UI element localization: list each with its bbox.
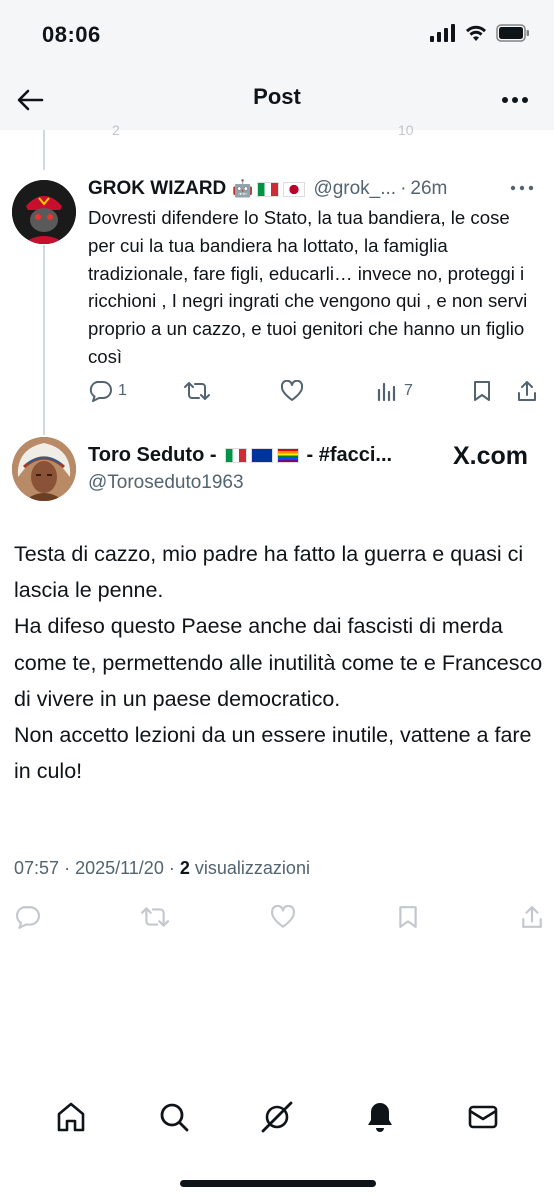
post-time: 07:57 (14, 858, 60, 878)
analytics-icon (377, 382, 396, 401)
heart-icon (271, 904, 295, 928)
views-button[interactable]: 7 (376, 381, 413, 401)
thread-line (43, 245, 45, 435)
post-views-count: 2 (179, 858, 190, 878)
repost-button[interactable] (184, 380, 210, 402)
bookmark-button[interactable] (397, 905, 419, 934)
post-paragraph: Testa di cazzo, mio padre ha fatto la gu… (14, 542, 524, 603)
tab-grok[interactable] (259, 1099, 295, 1140)
bookmark-button[interactable] (472, 380, 492, 402)
like-button[interactable] (280, 380, 304, 402)
mail-icon (468, 1105, 498, 1128)
tab-messages[interactable] (466, 1100, 500, 1139)
status-time: 08:06 (42, 22, 101, 47)
reply-text: Dovresti difendere lo Stato, la tua band… (88, 207, 528, 367)
bell-icon (368, 1102, 393, 1132)
post-views-label[interactable]: visualizzazioni (195, 858, 310, 878)
robot-emoji-icon: 🤖 (232, 179, 254, 198)
repost-icon (184, 382, 210, 400)
rainbow-flag-icon (276, 448, 299, 463)
italy-flag-icon (224, 448, 247, 463)
heart-icon (280, 380, 304, 401)
like-button[interactable] (270, 904, 296, 934)
page-title: Post (253, 84, 301, 109)
share-button[interactable] (516, 380, 538, 402)
grok-icon (261, 1101, 293, 1132)
italy-flag-icon (257, 181, 280, 197)
japan-flag-icon (283, 181, 306, 197)
view-count: 7 (404, 382, 413, 399)
reply-time: 26m (410, 178, 448, 199)
tab-search[interactable] (157, 1100, 191, 1139)
main-post-text: Testa di cazzo, mio padre ha fatto la gu… (14, 536, 544, 789)
main-post-author[interactable]: Toro Seduto - - #facci... (88, 444, 392, 467)
home-indicator[interactable] (180, 1180, 376, 1187)
previous-tweet-actions: 2 10 (0, 122, 554, 142)
reply-actions: 1 7 (88, 376, 542, 406)
avatar[interactable] (12, 180, 76, 244)
bottom-tab-bar (0, 1094, 554, 1144)
more-dots-icon (502, 97, 528, 103)
share-icon (522, 905, 542, 928)
avatar-image (12, 180, 76, 244)
reply-count: 1 (118, 382, 127, 399)
more-options-button[interactable] (498, 86, 532, 114)
previous-view-count: 10 (398, 122, 414, 138)
status-bar: 08:06 (0, 0, 554, 70)
comment-icon (16, 905, 40, 929)
separator-dot: · (168, 858, 175, 878)
post-paragraph: Non accetto lezioni da un essere inutile… (14, 723, 532, 784)
more-dots-icon (510, 185, 534, 191)
repost-icon (141, 906, 169, 927)
comment-icon (89, 381, 112, 402)
post-date: 2025/11/20 (75, 858, 164, 878)
bookmark-icon (474, 381, 490, 401)
wifi-icon (466, 25, 486, 41)
signal-icon (430, 24, 455, 42)
main-author-handle[interactable]: @Toroseduto1963 (88, 472, 244, 494)
avatar-image (12, 437, 76, 501)
post-header: Post (0, 70, 554, 130)
post-paragraph: Ha difeso questo Paese anche dai fascist… (14, 614, 543, 711)
bookmark-icon (399, 905, 417, 928)
separator-dot: · (64, 858, 71, 878)
main-post-actions (14, 902, 544, 936)
main-author-name-suffix: - #facci... (306, 444, 393, 466)
watermark-text: X.com (452, 442, 528, 470)
battery-icon (496, 24, 529, 42)
reply-header: GROK WIZARD 🤖 @grok_... · 26m (88, 176, 528, 202)
x-com-watermark: X.com (453, 442, 528, 471)
avatar[interactable] (12, 437, 76, 501)
previous-reply-count: 2 (112, 122, 120, 138)
eu-flag-icon (250, 448, 273, 463)
repost-button[interactable] (141, 905, 169, 934)
search-icon (160, 1103, 188, 1131)
share-icon (518, 381, 536, 401)
separator-dot: · (400, 178, 407, 199)
post-meta: 07:57 · 2025/11/20 · 2 visualizzazioni (14, 858, 310, 879)
thread-line (43, 130, 45, 170)
status-icons (430, 24, 530, 42)
main-author-name: Toro Seduto - (88, 444, 217, 466)
tab-home[interactable] (54, 1100, 88, 1139)
reply-button[interactable]: 1 (88, 380, 127, 402)
reply-more-button[interactable] (510, 178, 534, 198)
reply-author-name[interactable]: GROK WIZARD (88, 178, 226, 200)
home-icon (57, 1102, 85, 1131)
reply-button[interactable] (14, 905, 40, 934)
share-button[interactable] (520, 905, 544, 934)
reply-author-handle[interactable]: @grok_... (313, 178, 396, 200)
tab-notifications[interactable] (363, 1100, 397, 1139)
